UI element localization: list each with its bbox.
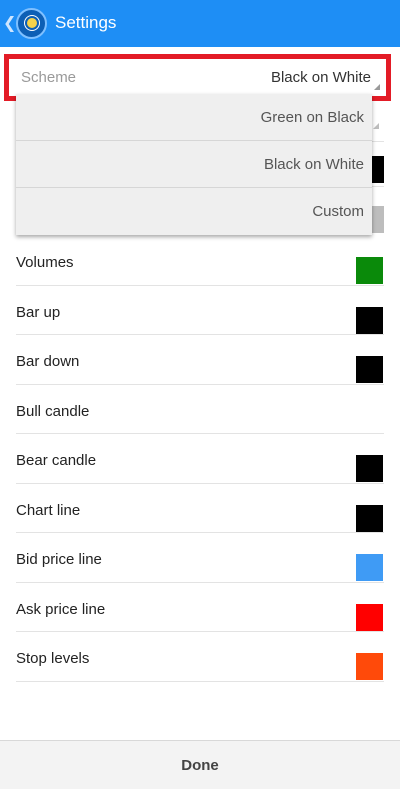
dropdown-corner-icon [374,84,380,90]
page-title: Settings [55,13,117,32]
setting-row[interactable]: Bull candle [16,385,384,434]
setting-label: Bar up [16,303,61,321]
color-swatch[interactable] [356,554,383,581]
setting-label: Bid price line [16,551,102,568]
done-button[interactable]: Done [0,757,400,774]
dropdown-option-label: Custom [312,203,364,220]
dropdown-option-label: Black on White [263,156,364,173]
color-swatch[interactable] [356,257,383,284]
setting-label: Volumes [16,254,74,271]
color-swatch[interactable] [356,603,383,631]
footer-bar: Done [0,740,400,789]
setting-label: Stop levels [16,650,90,667]
chevron-left-icon[interactable]: ❮ [3,13,16,33]
setting-row[interactable]: Ask price line [16,583,384,632]
setting-label: Bar down [16,353,80,370]
setting-row[interactable]: Bar down [16,335,384,385]
dropdown-option[interactable]: Green on Black [16,94,372,141]
app-bar: ❮ Settings [0,0,400,47]
setting-row[interactable]: Chart line [16,484,384,533]
dropdown-option[interactable]: Custom [16,188,372,235]
setting-label: Bear candle [16,452,97,469]
setting-row[interactable]: Stop levels [16,632,384,682]
setting-label: Chart line [16,501,81,519]
scheme-dropdown-menu: Green on Black Black on White Custom [16,94,372,235]
setting-row[interactable]: Bear candle [16,434,384,484]
scheme-value: Black on White [270,69,371,86]
color-settings-list: Volumes Bar up Bar down Bull candle Bear can… [16,236,384,682]
color-swatch[interactable] [356,455,383,482]
color-swatch[interactable] [356,653,383,680]
app-logo-icon[interactable] [16,8,47,39]
dropdown-option-label: Green on Black [260,109,364,126]
color-swatch[interactable] [356,306,383,334]
setting-label: Bull candle [16,402,90,420]
setting-row[interactable]: Volumes [16,236,384,286]
dropdown-option[interactable]: Black on White [16,141,372,188]
color-swatch[interactable] [356,356,383,383]
setting-row[interactable]: Bid price line [16,533,384,583]
setting-label: Ask price line [16,600,106,618]
dropdown-corner-icon [373,123,379,129]
setting-row[interactable]: Bar up [16,286,384,335]
color-swatch[interactable] [356,504,383,532]
scheme-label: Scheme [21,69,77,86]
